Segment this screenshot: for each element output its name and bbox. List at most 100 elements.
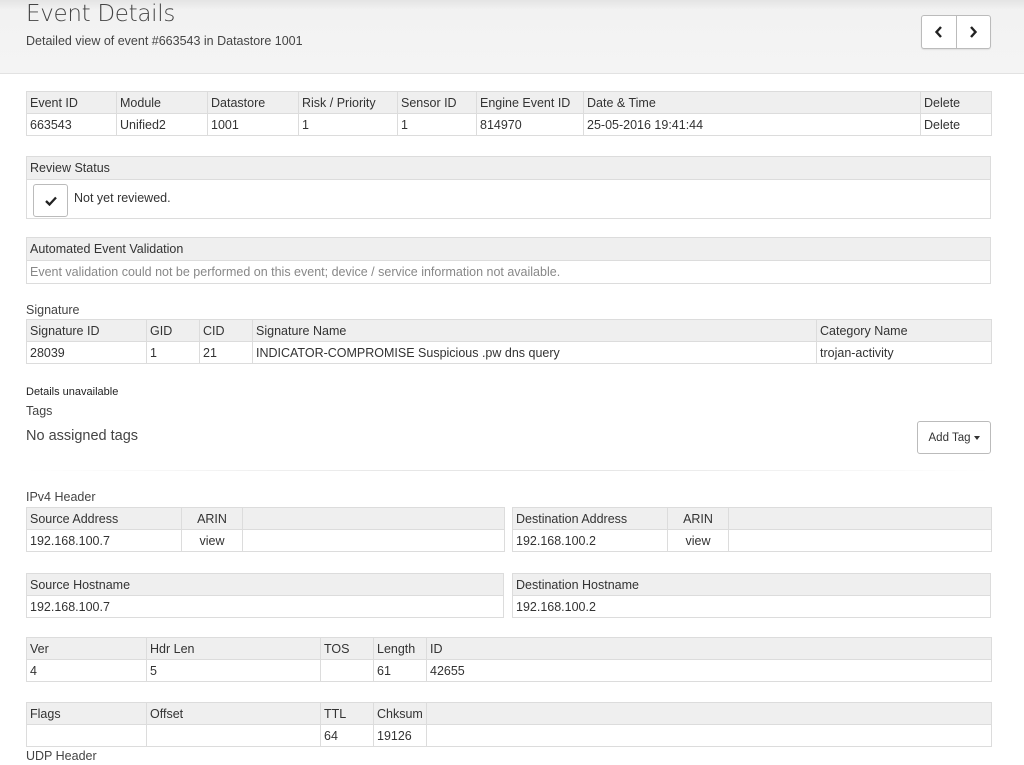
source-arin-view-link[interactable]: view [181, 529, 243, 552]
offset-cell [146, 724, 321, 747]
signature-table-header-row: Signature ID GID CID Signature Name Cate… [26, 319, 992, 342]
hdr-len-cell: 5 [146, 659, 321, 682]
review-status-panel: Review Status Not yet reviewed. [26, 156, 991, 219]
column-header [728, 507, 992, 530]
section-divider [26, 470, 991, 471]
udp-section-label: UDP Header [26, 749, 97, 763]
mark-reviewed-button[interactable] [33, 184, 68, 217]
flags-cell [26, 724, 147, 747]
sensor-id-cell: 1 [397, 113, 477, 136]
delete-link[interactable]: Delete [920, 113, 992, 136]
event-validation-message: Event validation could not be performed … [30, 265, 561, 279]
column-header: TOS [320, 637, 374, 660]
chevron-left-icon [934, 26, 942, 38]
event-id-cell: 663543 [26, 113, 117, 136]
column-header: ID [426, 637, 992, 660]
column-header: Destination Address [512, 507, 668, 530]
column-header: Flags [26, 702, 147, 725]
ipv4-fields-header-row: Flags Offset TTL Chksum [26, 702, 992, 725]
signature-table: Signature ID GID CID Signature Name Cate… [26, 319, 992, 364]
source-address-header-row: Source Address ARIN [26, 507, 505, 530]
column-header: Chksum [373, 702, 427, 725]
column-header: Event ID [26, 91, 117, 114]
event-table-header-row: Event ID Module Datastore Risk / Priorit… [26, 91, 992, 114]
column-header: Module [116, 91, 208, 114]
column-header: Risk / Priority [298, 91, 398, 114]
empty-cell [728, 529, 992, 552]
ipv4-fields-table-1: Ver Hdr Len TOS Length ID 4 5 61 42655 [26, 637, 992, 682]
event-table-row: 663543 Unified2 1001 1 1 814970 25-05-20… [26, 113, 992, 136]
column-header: Length [373, 637, 427, 660]
tos-cell [320, 659, 374, 682]
empty-cell [426, 724, 992, 747]
column-header [426, 702, 992, 725]
date-time-cell: 25-05-2016 19:41:44 [583, 113, 921, 136]
destination-address-table: Destination Address ARIN 192.168.100.2 v… [512, 507, 992, 552]
column-header: TTL [320, 702, 374, 725]
engine-event-id-cell: 814970 [476, 113, 584, 136]
cid-cell: 21 [199, 341, 253, 364]
check-icon [44, 196, 57, 206]
column-header: Destination Hostname [512, 573, 991, 596]
ipv4-fields-row: 64 19126 [26, 724, 992, 747]
source-address-row: 192.168.100.7 view [26, 529, 505, 552]
signature-name-cell: INDICATOR-COMPROMISE Suspicious .pw dns … [252, 341, 817, 364]
empty-cell [242, 529, 505, 552]
destination-address-header-row: Destination Address ARIN [512, 507, 992, 530]
column-header: Datastore [207, 91, 299, 114]
event-table: Event ID Module Datastore Risk / Priorit… [26, 91, 992, 136]
signature-table-row: 28039 1 21 INDICATOR-COMPROMISE Suspicio… [26, 341, 992, 364]
column-header: Signature ID [26, 319, 147, 342]
signature-id-cell: 28039 [26, 341, 147, 364]
details-unavailable-text: Details unavailable [26, 386, 119, 398]
ipv4-fields-header-row: Ver Hdr Len TOS Length ID [26, 637, 992, 660]
tags-label: Tags [26, 404, 53, 418]
destination-hostname-cell: 192.168.100.2 [512, 595, 991, 618]
page-header: Event Details Detailed view of event #66… [0, 0, 1024, 74]
column-header: Source Hostname [26, 573, 504, 596]
source-hostname-cell: 192.168.100.7 [26, 595, 504, 618]
ver-cell: 4 [26, 659, 147, 682]
risk-priority-cell: 1 [298, 113, 398, 136]
add-tag-button[interactable]: Add Tag [917, 421, 991, 454]
ipv4-section-label: IPv4 Header [26, 490, 96, 504]
column-header: Sensor ID [397, 91, 477, 114]
previous-event-button[interactable] [922, 16, 956, 48]
caret-down-icon [973, 435, 980, 440]
length-cell: 61 [373, 659, 427, 682]
column-header: Ver [26, 637, 147, 660]
gid-cell: 1 [146, 341, 200, 364]
column-header: Signature Name [252, 319, 817, 342]
destination-arin-view-link[interactable]: view [667, 529, 729, 552]
source-address-table: Source Address ARIN 192.168.100.7 view [26, 507, 505, 552]
column-header: CID [199, 319, 253, 342]
no-tags-text: No assigned tags [26, 428, 139, 444]
page-subtitle: Detailed view of event #663543 in Datast… [26, 34, 303, 48]
add-tag-label: Add Tag [928, 431, 971, 444]
next-event-button[interactable] [955, 16, 991, 48]
ttl-cell: 64 [320, 724, 374, 747]
datastore-cell: 1001 [207, 113, 299, 136]
source-hostname-table: Source Hostname 192.168.100.7 [26, 573, 504, 618]
category-name-cell: trojan-activity [816, 341, 992, 364]
column-header: Offset [146, 702, 321, 725]
page-title: Event Details [26, 1, 176, 27]
signature-section-label: Signature [26, 303, 80, 317]
destination-hostname-table: Destination Hostname 192.168.100.2 [512, 573, 991, 618]
column-header [242, 507, 505, 530]
event-navigation [921, 15, 991, 49]
chksum-cell: 19126 [373, 724, 427, 747]
column-header: Source Address [26, 507, 182, 530]
ipv4-fields-table-2: Flags Offset TTL Chksum 64 19126 [26, 702, 992, 747]
destination-address-row: 192.168.100.2 view [512, 529, 992, 552]
column-header: ARIN [181, 507, 243, 530]
review-status-text: Not yet reviewed. [74, 191, 171, 205]
column-header: GID [146, 319, 200, 342]
id-cell: 42655 [426, 659, 992, 682]
event-validation-title: Automated Event Validation [27, 238, 990, 261]
column-header: Date & Time [583, 91, 921, 114]
column-header: ARIN [667, 507, 729, 530]
source-address-cell: 192.168.100.7 [26, 529, 182, 552]
ipv4-fields-row: 4 5 61 42655 [26, 659, 992, 682]
module-cell: Unified2 [116, 113, 208, 136]
